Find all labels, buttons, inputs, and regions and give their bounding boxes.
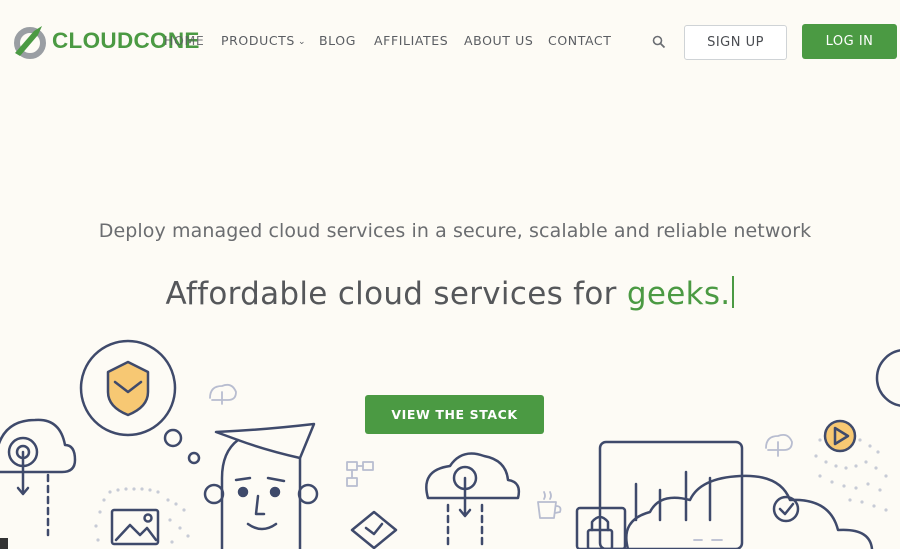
nav-contact[interactable]: CONTACT: [548, 33, 611, 48]
nav-products[interactable]: PRODUCTS ⌄: [221, 33, 306, 48]
hero-tagline: Deploy managed cloud services in a secur…: [98, 220, 812, 242]
upload-cloud-icon: [425, 452, 521, 500]
image-icon: [110, 508, 160, 546]
flowchart-icon: [346, 461, 374, 487]
headline-accent: geeks.: [626, 276, 731, 312]
signup-button[interactable]: SIGN UP: [684, 25, 787, 60]
cloudcone-logo-icon: [14, 26, 46, 59]
shield-icon: [106, 360, 150, 417]
chevron-down-icon: ⌄: [297, 37, 307, 47]
person-face-icon: [214, 422, 316, 549]
hero-illustration: [0, 339, 900, 549]
search-icon[interactable]: [652, 35, 666, 49]
nav-products-label: PRODUCTS: [221, 33, 295, 48]
nav-home[interactable]: HOME: [164, 33, 204, 48]
hero-headline: Affordable cloud services for geeks.: [0, 276, 900, 312]
corner-badge: [0, 538, 8, 549]
site-header: CLOUDCONE HOME PRODUCTS ⌄ BLOG AFFILIATES…: [0, 0, 900, 84]
lock-icon: [590, 515, 610, 532]
upload-icon: [7, 436, 39, 468]
coffee-icon: [537, 501, 557, 519]
login-button[interactable]: LOG IN: [802, 24, 897, 59]
nav-about[interactable]: ABOUT US: [464, 33, 533, 48]
nav-blog[interactable]: BLOG: [319, 33, 356, 48]
typing-caret: [732, 276, 735, 308]
shield-bubble: [79, 339, 177, 437]
nav-affiliates[interactable]: AFFILIATES: [374, 33, 448, 48]
dot-pattern: [94, 438, 888, 544]
headline-text: Affordable cloud services for: [165, 276, 627, 312]
cloud-icon: [0, 418, 77, 474]
diamond-icon: [350, 510, 398, 549]
check-cloud-icon: [625, 474, 874, 549]
monitor-chart-icon: [598, 440, 744, 549]
download-cloud-icon: [209, 383, 237, 401]
play-icon: [823, 419, 857, 453]
view-stack-button[interactable]: VIEW THE STACK: [365, 395, 544, 434]
